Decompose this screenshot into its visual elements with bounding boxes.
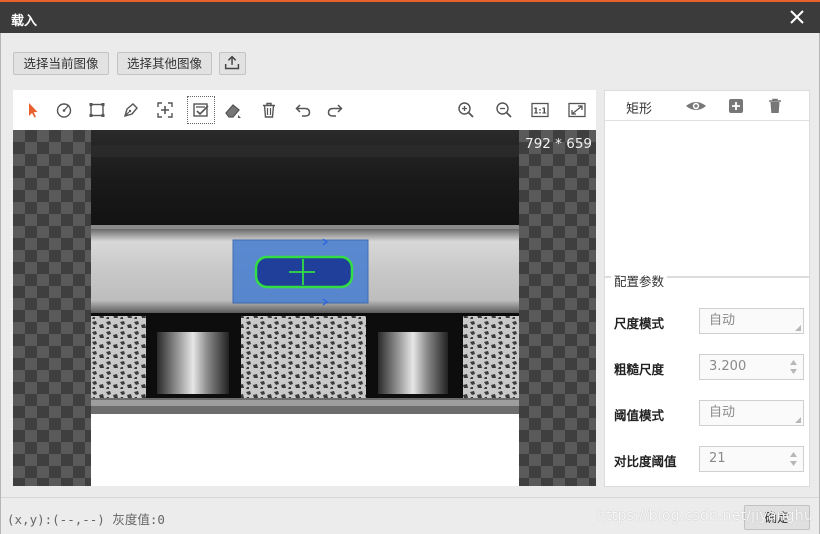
crosshair-add-icon[interactable] [153,98,177,122]
checklist-select-icon[interactable] [187,96,215,124]
coarse-scale-label: 粗糙尺度 [614,362,665,377]
shape-type-label: 矩形 [626,102,653,117]
undo-icon[interactable] [291,98,315,122]
config-title: 配置参数 [611,271,668,290]
scale-mode-select[interactable]: 自动 [699,308,804,334]
fit-window-icon[interactable] [565,98,589,122]
select-other-image-button[interactable]: 选择其他图像 [117,52,212,75]
trash-icon[interactable] [257,98,281,122]
threshold-mode-value: 自动 [709,405,736,420]
gray-value-text: 灰度值:0 [112,512,165,527]
upload-icon [224,55,240,70]
watermark-text: https://blog.csdn.net/jiyanghu [597,508,813,524]
contrast-threshold-label: 对比度阈值 [614,454,677,469]
config-params-panel: 配置参数 尺度模式 自动 粗糙尺度 3.200 阈值模式 自动 对比度阈值 21 [604,271,810,487]
upload-button[interactable] [219,52,246,75]
coarse-scale-stepper[interactable]: 3.200 [699,354,804,380]
zoom-in-icon[interactable] [454,98,478,122]
drawing-toolbar: 1:1 [13,90,596,130]
scale-mode-value: 自动 [709,313,736,328]
eraser-icon[interactable] [221,98,245,122]
delete-shape-icon[interactable] [766,98,784,114]
coarse-scale-value: 3.200 [709,359,747,374]
threshold-mode-label: 阈值模式 [614,408,665,423]
redo-icon[interactable] [323,98,347,122]
contrast-threshold-value: 21 [709,451,726,466]
circle-tool-icon[interactable] [52,98,76,122]
dropdown-corner-icon [795,325,801,331]
close-icon[interactable] [788,8,806,26]
shape-list-panel: 矩形 [604,90,810,277]
dropdown-corner-icon [795,417,801,423]
add-shape-icon[interactable] [727,98,745,114]
cursor-coordinates: (x,y):(--,--) 灰度值:0 [7,509,165,528]
image-size-label: 792 * 659 [525,136,592,152]
actual-size-icon[interactable]: 1:1 [528,98,552,122]
zoom-out-icon[interactable] [492,98,516,122]
eye-icon[interactable] [685,98,707,114]
select-current-image-button[interactable]: 选择当前图像 [13,52,109,75]
title-bar: 载入 [0,0,820,33]
actual-size-label: 1:1 [533,106,546,115]
shape-list-header: 矩形 [605,91,809,121]
status-bar: (x,y):(--,--) 灰度值:0 确定 https://blog.csdn… [1,497,819,534]
threshold-mode-select[interactable]: 自动 [699,400,804,426]
dialog-body: 选择当前图像 选择其他图像 1:1 792 * 659 矩形 配置参数 尺度模式… [0,33,820,534]
spinner-arrows-icon[interactable] [789,358,798,376]
scale-mode-label: 尺度模式 [614,316,665,331]
window-title: 载入 [11,14,38,29]
pen-tool-icon[interactable] [119,98,143,122]
contrast-threshold-stepper[interactable]: 21 [699,446,804,472]
coords-text: (x,y):(--,--) [7,512,105,527]
spinner-arrows-icon[interactable] [789,450,798,468]
image-canvas[interactable]: 792 * 659 [13,130,596,486]
inspection-image [91,130,519,486]
pointer-arrow-icon[interactable] [21,98,45,122]
rectangle-tool-icon[interactable] [85,98,109,122]
